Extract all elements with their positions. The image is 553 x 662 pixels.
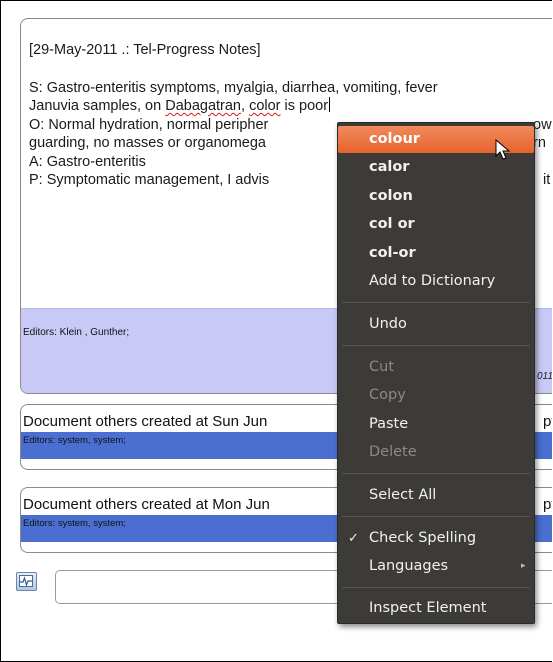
note-date-fragment: 011: [537, 371, 552, 382]
check-spelling-item[interactable]: ✓ Check Spelling: [338, 525, 534, 552]
menu-separator: [342, 587, 530, 588]
chevron-right-icon: ▸: [521, 561, 526, 571]
check-spelling-label: Check Spelling: [369, 530, 477, 546]
selected-misspelled-word[interactable]: color: [249, 98, 280, 114]
languages-item[interactable]: Languages ▸: [338, 553, 534, 580]
text-caret: [329, 97, 331, 112]
document-right-fragment: py: [543, 413, 552, 430]
document-editors: Editors: system, system;: [23, 518, 126, 529]
languages-label: Languages: [369, 558, 449, 574]
check-icon: ✓: [348, 531, 359, 546]
document-right-fragment: py: [543, 496, 552, 513]
spellcheck-context-menu: colour calor colon col or col-or Add to …: [337, 122, 535, 624]
undo-item[interactable]: Undo: [338, 311, 534, 338]
note-editors: Editors: Klein , Gunther;: [23, 327, 130, 338]
note-line-2: Januvia samples, on Dabagatran, color is…: [29, 97, 331, 114]
document-title: Document others created at Mon Jun: [23, 496, 270, 513]
suggestion-col-or-hyphen[interactable]: col-or: [338, 240, 534, 267]
menu-separator: [342, 473, 530, 474]
suggestion-col-or-space[interactable]: col or: [338, 211, 534, 238]
misspelled-word[interactable]: Dabagatran: [165, 98, 241, 114]
menu-separator: [342, 302, 530, 303]
add-to-dictionary-item[interactable]: Add to Dictionary: [338, 268, 534, 295]
document-editors: Editors: system, system;: [23, 435, 126, 446]
paste-item[interactable]: Paste: [338, 411, 534, 438]
select-all-item[interactable]: Select All: [338, 482, 534, 509]
note-title: [29-May-2011 .: Tel-Progress Notes]: [29, 42, 261, 58]
activity-button[interactable]: [16, 572, 37, 591]
menu-separator: [342, 345, 530, 346]
pulse-icon: [19, 575, 33, 587]
cut-item[interactable]: Cut: [338, 354, 534, 381]
menu-separator: [342, 516, 530, 517]
copy-item[interactable]: Copy: [338, 382, 534, 409]
document-title: Document others created at Sun Jun: [23, 413, 268, 430]
inspect-element-item[interactable]: Inspect Element: [338, 595, 534, 622]
mouse-pointer-icon: [495, 139, 511, 160]
delete-item[interactable]: Delete: [338, 439, 534, 466]
note-subjective: S: Gastro-enteritis symptoms, myalgia, d…: [29, 79, 438, 96]
suggestion-colon[interactable]: colon: [338, 183, 534, 210]
